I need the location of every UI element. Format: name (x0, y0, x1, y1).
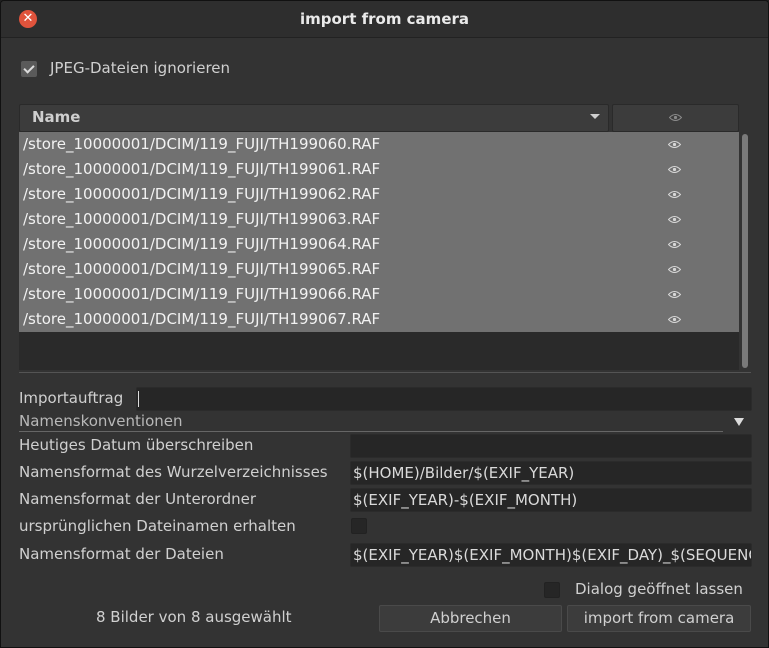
keep-dialog-open-checkbox[interactable] (544, 582, 560, 598)
eye-icon[interactable] (668, 290, 681, 299)
eye-icon[interactable] (668, 190, 681, 199)
file-row[interactable]: /store_10000001/DCIM/119_FUJI/TH199060.R… (19, 132, 739, 157)
column-header-name-label: Name (32, 108, 81, 126)
subdir-label: Namensformat der Unterordner (19, 490, 257, 508)
cancel-button[interactable]: Abbrechen (379, 605, 562, 632)
file-path: /store_10000001/DCIM/119_FUJI/TH199061.R… (23, 160, 381, 178)
eye-icon[interactable] (668, 215, 681, 224)
filename-input[interactable]: $(EXIF_YEAR)$(EXIF_MONTH)$(EXIF_DAY)_$(S… (350, 543, 752, 567)
file-row[interactable]: /store_10000001/DCIM/119_FUJI/TH199063.R… (19, 207, 739, 232)
naming-section-label[interactable]: Namenskonventionen (19, 412, 183, 430)
dialog-title: import from camera (299, 10, 470, 28)
base-dir-label: Namensformat des Wurzelverzeichnisses (19, 463, 328, 481)
filename-label: Namensformat der Dateien (19, 545, 224, 563)
import-dialog: ✕ import from camera JPEG-Dateien ignori… (0, 0, 769, 648)
column-header-name[interactable]: Name (19, 104, 609, 132)
keep-dialog-open-label: Dialog geöffnet lassen (575, 580, 743, 598)
keep-original-label: ursprünglichen Dateinamen erhalten (19, 517, 296, 535)
file-path: /store_10000001/DCIM/119_FUJI/TH199064.R… (23, 235, 381, 253)
scrollbar-thumb[interactable] (742, 134, 748, 368)
file-row[interactable]: /store_10000001/DCIM/119_FUJI/TH199062.R… (19, 182, 739, 207)
file-row[interactable]: /store_10000001/DCIM/119_FUJI/TH199064.R… (19, 232, 739, 257)
eye-icon[interactable] (668, 265, 681, 274)
ignore-jpeg-label: JPEG-Dateien ignorieren (50, 59, 231, 77)
checkbox-checked-icon[interactable] (21, 61, 37, 77)
file-row[interactable]: /store_10000001/DCIM/119_FUJI/TH199067.R… (19, 307, 739, 332)
override-date-input[interactable] (350, 434, 752, 458)
import-job-input[interactable] (136, 387, 752, 411)
filename-value: $(EXIF_YEAR)$(EXIF_MONTH)$(EXIF_DAY)_$(S… (353, 546, 751, 564)
file-path: /store_10000001/DCIM/119_FUJI/TH199066.R… (23, 285, 381, 303)
base-dir-value: $(HOME)/Bilder/$(EXIF_YEAR) (353, 464, 575, 482)
file-path: /store_10000001/DCIM/119_FUJI/TH199063.R… (23, 210, 381, 228)
subdir-value: $(EXIF_YEAR)-$(EXIF_MONTH) (353, 491, 578, 509)
subdir-input[interactable]: $(EXIF_YEAR)-$(EXIF_MONTH) (350, 488, 752, 512)
column-header-preview[interactable] (612, 104, 739, 132)
file-row[interactable]: /store_10000001/DCIM/119_FUJI/TH199066.R… (19, 282, 739, 307)
import-button[interactable]: import from camera (567, 605, 751, 632)
eye-icon[interactable] (668, 315, 681, 324)
file-path: /store_10000001/DCIM/119_FUJI/TH199065.R… (23, 260, 381, 278)
file-row[interactable]: /store_10000001/DCIM/119_FUJI/TH199065.R… (19, 257, 739, 282)
selection-status: 8 Bilder von 8 ausgewählt (96, 608, 292, 626)
section-divider (19, 431, 723, 432)
import-job-label: Importauftrag (19, 389, 124, 407)
list-scrollbar[interactable] (741, 132, 749, 370)
divider (19, 372, 751, 373)
eye-icon[interactable] (668, 165, 681, 174)
file-path: /store_10000001/DCIM/119_FUJI/TH199067.R… (23, 310, 381, 328)
file-path: /store_10000001/DCIM/119_FUJI/TH199062.R… (23, 185, 381, 203)
base-dir-input[interactable]: $(HOME)/Bilder/$(EXIF_YEAR) (350, 461, 752, 485)
sort-arrow-icon[interactable] (590, 114, 600, 119)
text-cursor (138, 391, 139, 407)
override-date-label: Heutiges Datum überschreiben (19, 436, 254, 454)
file-path: /store_10000001/DCIM/119_FUJI/TH199060.R… (23, 135, 381, 153)
eye-icon[interactable] (668, 140, 681, 149)
file-list[interactable]: /store_10000001/DCIM/119_FUJI/TH199060.R… (19, 132, 739, 370)
keep-original-checkbox[interactable] (351, 518, 367, 534)
file-row[interactable]: /store_10000001/DCIM/119_FUJI/TH199061.R… (19, 157, 739, 182)
eye-icon (669, 113, 682, 122)
eye-icon[interactable] (668, 240, 681, 249)
ignore-jpeg-checkbox[interactable]: JPEG-Dateien ignorieren (21, 59, 251, 79)
collapse-arrow-icon[interactable] (734, 418, 744, 426)
title-bar: ✕ import from camera (1, 1, 768, 38)
